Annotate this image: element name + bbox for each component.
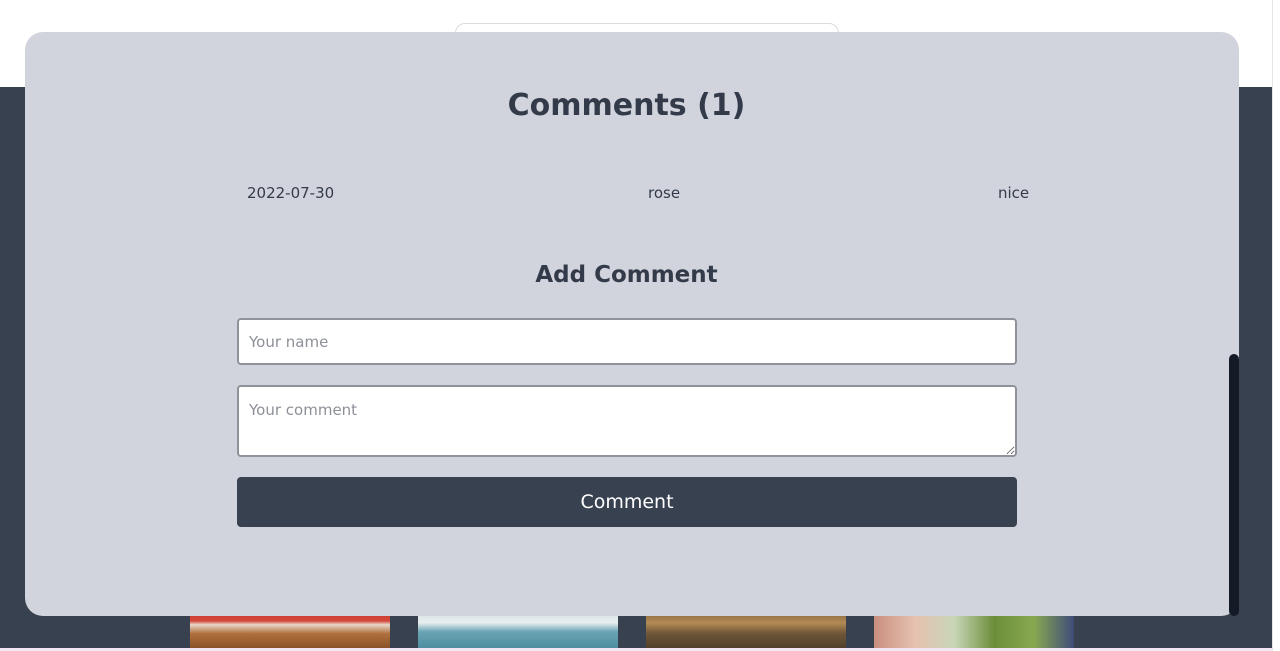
- comment-date: 2022-07-30: [247, 184, 335, 202]
- comment-textarea[interactable]: [237, 385, 1017, 457]
- comment-item: 2022-07-30 rose nice: [0, 184, 1280, 206]
- name-input[interactable]: [237, 318, 1017, 365]
- recipe-thumbnail[interactable]: [190, 612, 390, 648]
- modal-scrollbar[interactable]: [1229, 354, 1239, 616]
- recipe-thumbnail[interactable]: [418, 612, 618, 648]
- page-scroll-track: [1272, 0, 1280, 651]
- comment-author: rose: [648, 184, 681, 202]
- recipe-thumbnail[interactable]: [646, 612, 846, 648]
- comment-text: nice: [998, 184, 1030, 202]
- comment-submit-button[interactable]: Comment: [237, 477, 1017, 527]
- recipe-thumbnail[interactable]: [874, 612, 1074, 648]
- comments-title: Comments (1): [507, 88, 746, 123]
- add-comment-title: Add Comment: [535, 262, 718, 288]
